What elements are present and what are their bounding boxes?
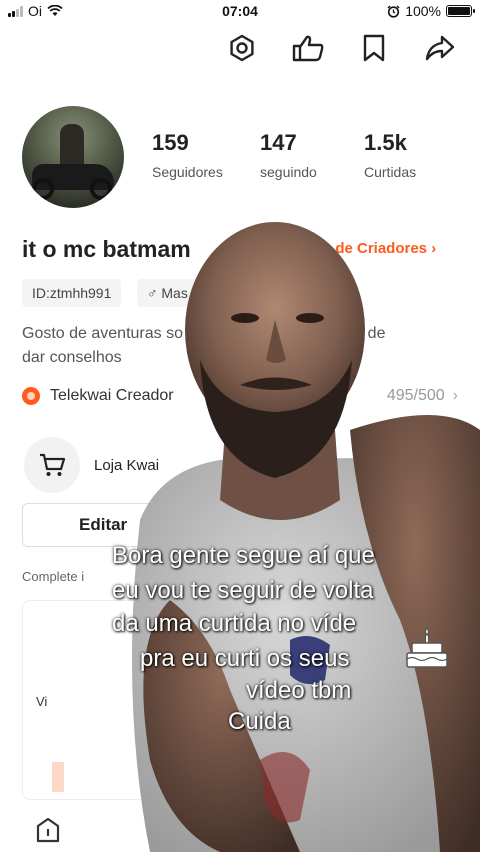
creator-count: 495/500 [386,387,445,404]
stat-label: Curtidas [364,164,417,180]
battery-group: 100% [387,3,475,19]
hexagon-settings-icon[interactable] [224,30,260,66]
creator-badge-icon [22,387,40,405]
battery-icon [446,5,475,17]
edit-profile-button[interactable]: Editar os [22,503,458,547]
complete-profile-label: Complete i [22,569,85,584]
bio-line-end: osto de [332,325,386,342]
male-icon: ♂ [147,285,162,301]
stat-label: Seguidores [152,164,223,180]
stat-value: 1.5k [364,130,407,155]
edit-profile-label: Editar [79,515,128,534]
user-id-tag[interactable]: ID:ztmhh991 [22,279,122,307]
creator-label: Telekwai Creador [50,387,174,404]
profile-stats: 159 Seguidores 147 seguindo 1.5k Curtida… [152,130,434,180]
shop-entry[interactable]: Loja Kwai [24,437,159,493]
card-item-label: Vi [36,694,48,709]
creators-center-label: ntro de Criadores [302,240,428,257]
thumb-like-icon[interactable] [290,30,326,66]
stat-value: 147 [260,130,297,155]
caption-line: eu vou te seguir de volta [112,577,374,604]
caption-line: vídeo tbm [246,677,352,704]
bio-line: dar conselhos [22,349,122,366]
stat-following[interactable]: 147 seguindo [260,130,334,180]
card-accent [52,762,64,792]
home-tab-icon[interactable] [34,816,62,844]
avatar-wheel [32,178,54,200]
stat-label: seguindo [260,164,317,180]
status-bar: Oi 07:04 100% [0,0,480,22]
caption-line: pra eu curti os seus [140,645,350,672]
caption-line: da uma curtida no víde [112,610,357,637]
profile-name: it o mc batmam [22,236,191,262]
caption-line: Bora gente segue aí que [112,542,375,569]
stat-likes[interactable]: 1.5k Curtidas [364,130,434,180]
top-actions [224,30,458,66]
chevron-right-icon: › [431,240,437,257]
profile-bio: Gosto de aventuras so osto de dar conselh… [22,322,402,370]
bookmark-icon[interactable] [356,30,392,66]
caption-line: Cuida [228,708,291,735]
creators-center-link[interactable]: ntro de Criadores › [302,240,436,257]
gender-tag: ♂ Mas [137,279,198,307]
stat-value: 159 [152,130,189,155]
alarm-icon [387,4,400,18]
bottom-bar [0,808,480,852]
battery-percent: 100% [405,3,441,19]
close-icon[interactable] [434,568,454,588]
avatar-wheel [90,178,112,200]
bio-line: Gosto de aventuras so [22,325,183,342]
share-arrow-icon[interactable] [422,30,458,66]
stat-followers[interactable]: 159 Seguidores [152,130,230,180]
chevron-right-icon: › [452,387,458,404]
avatar-rider [60,124,84,168]
creator-row[interactable]: Telekwai Creador 495/500 › [22,384,458,408]
shop-label: Loja Kwai [94,456,160,474]
birthday-cake-icon [406,626,448,668]
cart-icon [24,437,80,493]
avatar[interactable] [22,106,124,208]
gender-label: Mas [161,285,188,301]
secondary-button-label: os [405,515,423,534]
create-icon[interactable] [232,812,262,842]
